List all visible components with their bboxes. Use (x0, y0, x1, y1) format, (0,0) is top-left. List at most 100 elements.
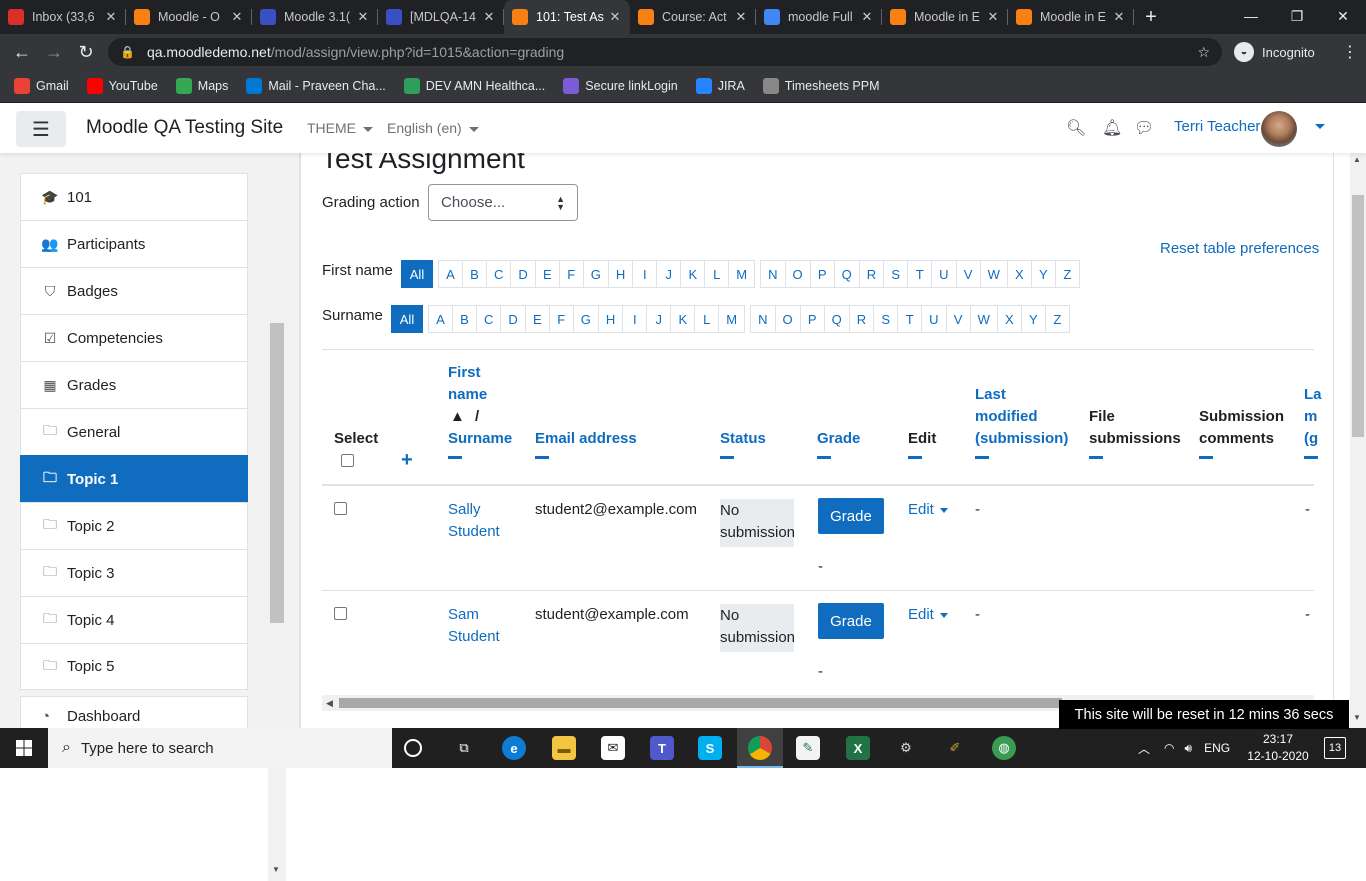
teams-icon[interactable]: T (650, 736, 674, 760)
close-tab-icon[interactable]: ✕ (608, 9, 622, 25)
firstname-initial-letter[interactable]: Y (1030, 260, 1056, 288)
firstname-initial-letter[interactable]: R (858, 260, 885, 288)
firstname-initial-letter[interactable]: K (680, 260, 706, 288)
messages-icon[interactable]: 💬︎ (1134, 118, 1154, 138)
browser-menu-icon[interactable]: ⋮ (1342, 42, 1358, 62)
surname-initial-letter[interactable]: K (670, 305, 696, 333)
column-header-last-modified-grade[interactable]: La m (g (1304, 384, 1334, 459)
wifi-icon[interactable]: ◠ (1164, 741, 1174, 755)
firstname-initial-letter[interactable]: H (607, 260, 634, 288)
sort-asc-icon[interactable]: ▲ (450, 406, 465, 428)
volume-icon[interactable]: 🔊︎ (1185, 741, 1193, 756)
back-icon[interactable]: ← (6, 42, 38, 63)
collapse-column-icon[interactable] (535, 456, 549, 459)
paint-icon[interactable]: ✐ (943, 736, 967, 760)
drawer-item[interactable]: ☑ Competencies (20, 314, 248, 361)
avatar[interactable] (1261, 111, 1297, 147)
drawer-item[interactable]: 🗀 Topic 3 (20, 549, 248, 596)
drawer-item[interactable]: 🎓 101 (20, 173, 248, 220)
browser-tab[interactable]: Moodle 3.1(✕ (252, 0, 378, 34)
collapse-column-icon[interactable] (448, 456, 462, 459)
collapse-column-icon[interactable] (720, 456, 734, 459)
bell-icon[interactable]: 🔔︎ (1102, 118, 1122, 138)
scroll-left-icon[interactable]: ◀ (326, 698, 333, 709)
excel-icon[interactable]: X (846, 736, 870, 760)
student-name-link[interactable]: Sam Student (448, 604, 500, 648)
collapse-column-icon[interactable] (1199, 456, 1213, 459)
row-select-checkbox[interactable] (334, 607, 347, 620)
theme-menu[interactable]: THEME (307, 120, 373, 136)
settings-gear-icon[interactable]: ⚙ (894, 736, 918, 760)
firstname-initial-letter[interactable]: V (955, 260, 981, 288)
firstname-initial-letter[interactable]: M (728, 260, 756, 288)
close-tab-icon[interactable]: ✕ (482, 9, 496, 25)
task-view-icon[interactable]: ⧉ (452, 736, 476, 760)
surname-initial-letter[interactable]: V (945, 305, 971, 333)
browser-tab[interactable]: 101: Test As ✕ (504, 0, 630, 34)
close-tab-icon[interactable]: ✕ (986, 9, 1000, 25)
firstname-initial-letter[interactable]: D (510, 260, 536, 288)
firstname-initial-letter[interactable]: Q (833, 260, 860, 288)
column-header-last-modified[interactable]: Last modified (submission) (975, 384, 1068, 459)
drawer-item[interactable]: 🗀 Topic 4 (20, 596, 248, 643)
reload-icon[interactable]: ↻ (70, 42, 102, 63)
user-name[interactable]: Terri Teacher (1174, 118, 1260, 135)
close-tab-icon[interactable]: ✕ (230, 9, 244, 25)
network-app-icon[interactable]: ◍ (992, 736, 1016, 760)
surname-initial-letter[interactable]: U (921, 305, 947, 333)
bookmark-item[interactable]: JIRA (695, 78, 745, 94)
edge-icon[interactable]: e (502, 736, 526, 760)
firstname-initial-letter[interactable]: L (704, 260, 730, 288)
add-column-icon[interactable]: + (401, 449, 413, 472)
drawer-item[interactable]: 🗀 Topic 2 (20, 502, 248, 549)
column-header-status[interactable]: Status (720, 428, 766, 459)
surname-initial-letter[interactable]: G (572, 305, 599, 333)
firstname-initial-letter[interactable]: J (656, 260, 682, 288)
bookmark-star-icon[interactable]: ☆ (1197, 44, 1210, 61)
close-tab-icon[interactable]: ✕ (104, 9, 118, 25)
browser-tab[interactable]: moodle Full ✕ (756, 0, 882, 34)
surname-initial-all[interactable]: All (391, 305, 423, 333)
firstname-initial-letter[interactable]: P (809, 260, 835, 288)
firstname-initial-letter[interactable]: B (462, 260, 487, 288)
taskbar-clock[interactable]: 23:17 12-10-2020 (1246, 731, 1310, 765)
cortana-icon[interactable] (404, 739, 422, 757)
firstname-initial-letter[interactable]: U (931, 260, 957, 288)
surname-initial-letter[interactable]: O (774, 305, 801, 333)
search-icon[interactable]: 🔍︎ (1066, 118, 1086, 138)
grade-button[interactable]: Grade (818, 603, 884, 639)
bookmark-item[interactable]: Mail - Praveen Cha... (246, 78, 386, 94)
firstname-initial-letter[interactable]: N (760, 260, 786, 288)
grading-action-select[interactable]: Choose... ▲ ▼ (428, 184, 578, 221)
close-tab-icon[interactable]: ✕ (1112, 9, 1126, 25)
firstname-initial-letter[interactable]: E (534, 260, 560, 288)
vertical-scrollbar-thumb[interactable] (1352, 195, 1364, 437)
bookmark-item[interactable]: Secure linkLogin (563, 78, 678, 94)
edit-menu[interactable]: Edit (908, 606, 948, 623)
row-select-checkbox[interactable] (334, 502, 347, 515)
surname-initial-letter[interactable]: H (597, 305, 624, 333)
drawer-item[interactable]: 🗀 General (20, 408, 248, 455)
surname-initial-letter[interactable]: W (969, 305, 998, 333)
bookmark-item[interactable]: Maps (175, 78, 228, 94)
grade-button[interactable]: Grade (818, 498, 884, 534)
show-hidden-icons-icon[interactable]: ︿ (1138, 740, 1150, 757)
surname-initial-letter[interactable]: C (476, 305, 502, 333)
browser-tab[interactable]: Course: Act ✕ (630, 0, 756, 34)
surname-initial-letter[interactable]: L (694, 305, 720, 333)
scroll-down-icon[interactable]: ▼ (1353, 713, 1361, 722)
taskbar-search[interactable]: ⌕ Type here to search (48, 728, 392, 768)
restore-icon[interactable]: ❐ (1274, 0, 1320, 32)
forward-icon[interactable]: → (38, 42, 70, 63)
firstname-initial-letter[interactable]: O (784, 260, 811, 288)
bookmark-item[interactable]: Timesheets PPM (762, 78, 880, 94)
bookmark-item[interactable]: YouTube (86, 78, 158, 94)
surname-initial-letter[interactable]: S (873, 305, 899, 333)
reset-table-preferences-link[interactable]: Reset table preferences (1160, 240, 1319, 257)
firstname-initial-letter[interactable]: T (907, 260, 933, 288)
select-all-checkbox[interactable] (341, 454, 354, 467)
surname-initial-letter[interactable]: Z (1044, 305, 1070, 333)
column-header-first-name[interactable]: First name (448, 362, 487, 406)
firstname-initial-letter[interactable]: F (558, 260, 584, 288)
surname-initial-letter[interactable]: P (799, 305, 825, 333)
